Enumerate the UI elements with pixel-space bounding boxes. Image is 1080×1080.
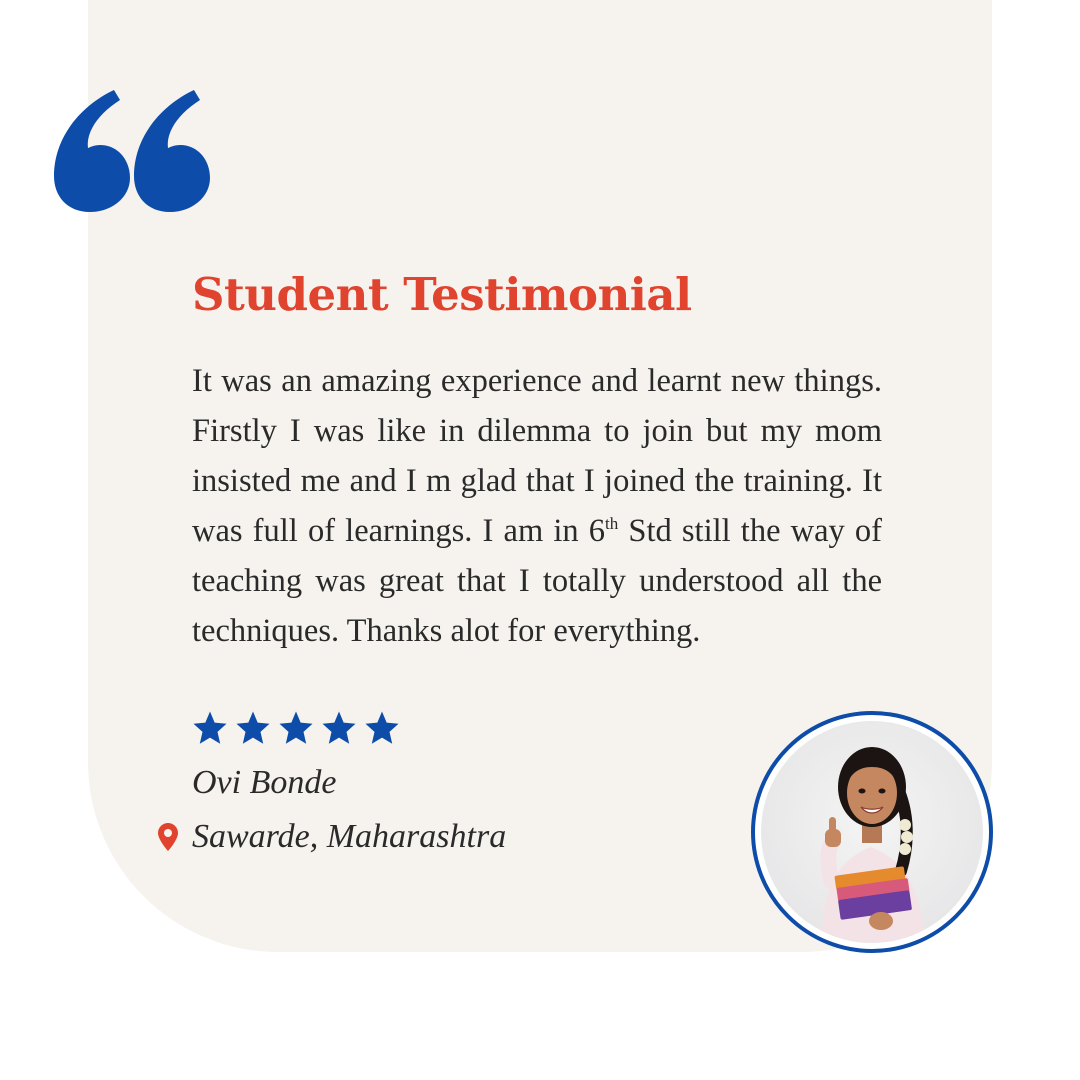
- ordinal-suffix: th: [605, 514, 619, 534]
- quote-open-icon: [54, 90, 210, 212]
- star-icon: [322, 711, 356, 744]
- location-pin-icon: [158, 823, 178, 851]
- student-photo: [751, 711, 993, 953]
- location-text: Sawarde, Maharashtra: [192, 818, 507, 855]
- star-icon: [279, 711, 313, 744]
- star-icon: [365, 711, 399, 744]
- testimonial-text: It was an amazing experience and learnt …: [192, 356, 882, 656]
- star-icon: [236, 711, 270, 744]
- page-title: Student Testimonial: [192, 268, 692, 321]
- student-location: Sawarde, Maharashtra: [158, 818, 506, 856]
- student-illustration: [820, 747, 925, 943]
- star-rating: [192, 710, 400, 746]
- star-icon: [193, 711, 227, 744]
- student-name: Ovi Bonde: [192, 764, 337, 801]
